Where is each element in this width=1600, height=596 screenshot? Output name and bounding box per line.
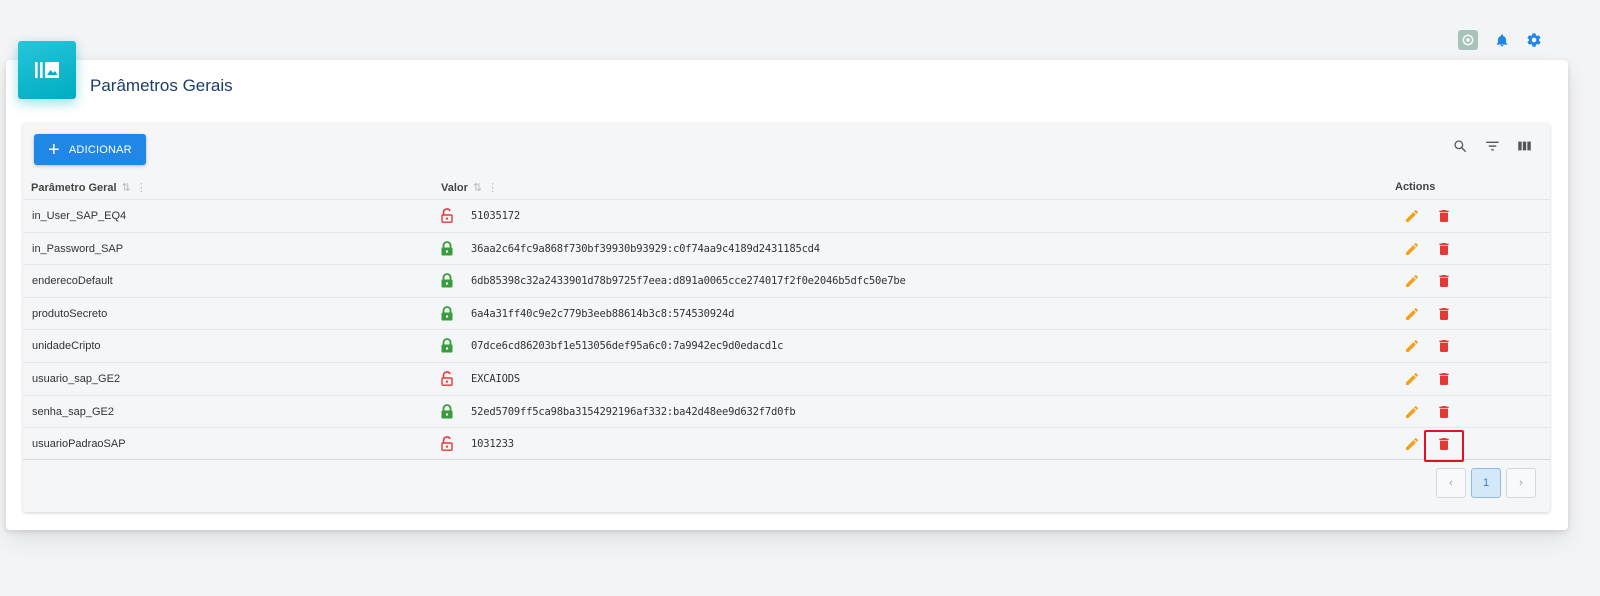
edit-icon[interactable]: [1404, 241, 1420, 257]
column-header-actions: Actions: [1395, 181, 1435, 193]
table-row: enderecoDefault 6db85398c32a2433901d78b9…: [23, 264, 1550, 297]
table-body: in_User_SAP_EQ4 51035172 in_Password_SAP…: [23, 199, 1550, 463]
param-name: produtoSecreto: [32, 307, 108, 320]
column-label-valor: Valor: [441, 181, 468, 194]
param-name: usuario_sap_GE2: [32, 372, 121, 385]
page-button-current[interactable]: 1: [1471, 468, 1501, 498]
lock-closed-icon: [440, 273, 454, 288]
prev-page-button[interactable]: ‹: [1436, 468, 1466, 498]
edit-icon[interactable]: [1404, 306, 1420, 322]
bell-icon[interactable]: [1492, 30, 1512, 50]
column-label-actions: Actions: [1395, 181, 1436, 193]
table-row: in_User_SAP_EQ4 51035172: [23, 199, 1550, 232]
param-name: senha_sap_GE2: [32, 405, 114, 418]
edit-icon[interactable]: [1404, 371, 1420, 387]
column-header-valor[interactable]: Valor ⇅ ⋮: [441, 181, 498, 195]
lock-open-icon: [440, 208, 454, 223]
param-value: 1031233: [471, 438, 514, 451]
columns-icon[interactable]: [1515, 137, 1533, 155]
table-row: unidadeCripto 07dce6cd86203bf1e513056def…: [23, 329, 1550, 362]
lock-closed-icon: [440, 403, 454, 419]
table-tools: [1451, 137, 1533, 155]
gear-icon[interactable]: [1524, 30, 1544, 50]
column-label-param: Parâmetro Geral: [31, 181, 117, 194]
add-button-label: ADICIONAR: [68, 143, 132, 156]
param-value: 51035172: [471, 210, 520, 222]
delete-icon[interactable]: [1436, 273, 1452, 289]
search-icon[interactable]: [1451, 137, 1469, 155]
param-name: usuarioPadraoSAP: [32, 438, 126, 451]
edit-icon[interactable]: [1404, 208, 1420, 224]
param-name: unidadeCripto: [32, 340, 101, 353]
column-menu-icon[interactable]: ⋮: [487, 181, 498, 194]
app-icon[interactable]: [1458, 30, 1478, 50]
lock-open-icon: [440, 371, 454, 386]
lock-closed-icon: [440, 305, 454, 321]
param-value: 07dce6cd86203bf1e513056def95a6c0:7a9942e…: [471, 340, 784, 353]
add-button[interactable]: + ADICIONAR: [34, 134, 146, 165]
delete-icon[interactable]: [1436, 208, 1452, 224]
lock-closed-icon: [440, 240, 454, 256]
page-badge-icon: [18, 41, 76, 99]
table-panel: + ADICIONAR Parâmetro Geral ⇅ ⋮ Valor ⇅ …: [23, 123, 1550, 512]
table-row: usuarioPadraoSAP 1031233: [23, 427, 1550, 463]
table-row: in_Password_SAP 36aa2c64fc9a868f730bf399…: [23, 231, 1550, 265]
param-name: in_User_SAP_EQ4: [32, 210, 127, 222]
param-value: 6a4a31ff40c9e2c779b3eeb88614b3c8:5745309…: [471, 307, 735, 320]
param-value: EXCAIODS: [471, 372, 520, 385]
delete-icon[interactable]: [1436, 338, 1452, 354]
edit-icon[interactable]: [1404, 404, 1420, 420]
column-menu-icon[interactable]: ⋮: [136, 181, 147, 194]
plus-icon: +: [48, 138, 60, 161]
table-header: Parâmetro Geral ⇅ ⋮ Valor ⇅ ⋮ Actions: [23, 177, 1550, 199]
param-value: 6db85398c32a2433901d78b9725f7eea:d891a00…: [471, 275, 906, 288]
delete-icon[interactable]: [1436, 404, 1452, 420]
table-row: usuario_sap_GE2 EXCAIODS: [23, 361, 1550, 395]
param-value: 52ed5709ff5ca98ba3154292196af332:ba42d48…: [471, 405, 796, 418]
page-title: Parâmetros Gerais: [90, 76, 233, 95]
param-name: enderecoDefault: [32, 275, 113, 288]
lock-closed-icon: [440, 338, 454, 353]
lock-open-icon: [440, 436, 454, 452]
sort-icon[interactable]: ⇅: [473, 181, 482, 194]
edit-icon[interactable]: [1404, 436, 1420, 452]
filter-icon[interactable]: [1483, 137, 1501, 155]
edit-icon[interactable]: [1404, 338, 1420, 354]
pagination: ‹ 1 ›: [1436, 468, 1536, 498]
top-toolbar: [1458, 30, 1544, 50]
edit-icon[interactable]: [1404, 273, 1420, 289]
param-value: 36aa2c64fc9a868f730bf39930b93929:c0f74aa…: [471, 242, 820, 255]
delete-icon[interactable]: [1436, 241, 1452, 257]
delete-icon[interactable]: [1436, 306, 1452, 322]
column-header-param[interactable]: Parâmetro Geral ⇅ ⋮: [31, 181, 147, 195]
param-name: in_Password_SAP: [32, 242, 124, 255]
delete-icon[interactable]: [1436, 436, 1452, 452]
table-row: senha_sap_GE2 52ed5709ff5ca98ba315429219…: [23, 394, 1550, 428]
next-page-button[interactable]: ›: [1506, 468, 1536, 498]
table-row: produtoSecreto 6a4a31ff40c9e2c779b3eeb88…: [23, 296, 1550, 330]
sort-icon[interactable]: ⇅: [122, 181, 131, 194]
delete-icon[interactable]: [1436, 371, 1452, 387]
